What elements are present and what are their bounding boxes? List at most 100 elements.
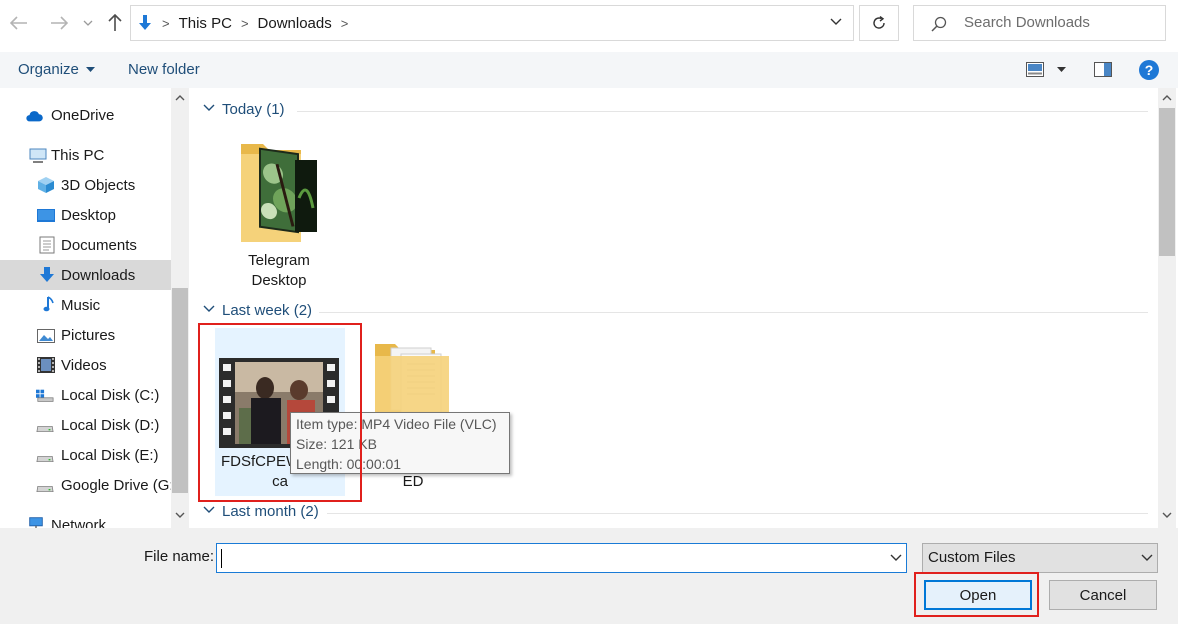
back-button[interactable] (6, 8, 32, 38)
nav-label: Local Disk (E:) (61, 446, 159, 464)
nav-item-local-disk-d[interactable]: Local Disk (D:) (0, 410, 171, 440)
nav-pane-scrollbar[interactable] (171, 88, 189, 528)
chevron-down-icon (203, 506, 215, 513)
chevron-down-icon (203, 104, 215, 111)
up-arrow-icon (108, 14, 122, 31)
help-icon[interactable]: ? (1139, 60, 1159, 80)
chevron-down-icon (1141, 554, 1153, 561)
scrollbar-thumb[interactable] (1159, 108, 1175, 256)
drive-icon (36, 425, 54, 433)
highlight-box-open (914, 572, 1039, 617)
up-button[interactable] (102, 8, 128, 38)
nav-label: Documents (61, 236, 137, 254)
file-type-select[interactable]: Custom Files (922, 543, 1158, 573)
search-input[interactable]: Search Downloads (964, 6, 1090, 40)
organize-label: Organize (18, 61, 79, 78)
new-folder-button[interactable]: New folder (128, 52, 200, 88)
folder-with-photo-icon (241, 144, 317, 242)
nav-item-music[interactable]: Music (0, 290, 171, 320)
windows-drive-icon (36, 389, 54, 402)
group-title: Today (1) (222, 101, 285, 118)
breadcrumb-separator[interactable]: > (162, 16, 170, 31)
nav-item-onedrive[interactable]: OneDrive (0, 100, 171, 130)
group-header-last-week[interactable]: Last week (2) (193, 301, 1148, 323)
nav-label: This PC (51, 146, 105, 164)
chevron-down-icon[interactable] (829, 15, 843, 29)
file-name-input[interactable] (216, 543, 907, 573)
group-header-today[interactable]: Today (1) (193, 100, 1148, 122)
document-icon (39, 236, 55, 254)
back-arrow-icon (10, 16, 27, 30)
highlight-box-file (198, 323, 362, 502)
nav-item-downloads[interactable]: Downloads (0, 260, 171, 290)
scroll-down-icon[interactable] (175, 512, 185, 519)
nav-item-videos[interactable]: Videos (0, 350, 171, 380)
file-label-ed: ED (402, 473, 424, 490)
cube-icon (38, 177, 54, 193)
nav-item-documents[interactable]: Documents (0, 230, 171, 260)
nav-item-desktop[interactable]: Desktop (0, 200, 171, 230)
group-header-last-month[interactable]: Last month (2) (193, 502, 1148, 524)
nav-item-local-disk-e[interactable]: Local Disk (E:) (0, 440, 171, 470)
pictures-icon (37, 329, 55, 343)
search-box[interactable]: Search Downloads (913, 5, 1166, 41)
nav-label: OneDrive (51, 106, 115, 124)
breadcrumb-separator[interactable]: > (341, 16, 349, 31)
scroll-up-icon[interactable] (1162, 94, 1172, 101)
group-divider (319, 312, 1148, 313)
chevron-down-icon (83, 20, 93, 26)
nav-item-this-pc[interactable]: This PC (0, 140, 171, 170)
organize-button[interactable]: Organize (18, 52, 96, 88)
nav-item-google-drive[interactable]: Google Drive (G: (0, 470, 171, 500)
file-label-telegram: Telegram Desktop (229, 251, 329, 291)
breadcrumb-downloads[interactable]: Downloads (258, 15, 332, 32)
address-bar[interactable]: > This PC > Downloads > (130, 5, 854, 41)
download-folder-icon (139, 15, 151, 30)
nav-item-local-disk-c[interactable]: Local Disk (C:) (0, 380, 171, 410)
navigation-pane: OneDrive This PC 3D Objects Desktop Docu… (0, 88, 171, 528)
film-icon (37, 357, 55, 373)
group-title: Last month (2) (222, 503, 319, 520)
breadcrumb-separator[interactable]: > (241, 16, 249, 31)
nav-label: Desktop (61, 206, 117, 224)
cancel-button[interactable]: Cancel (1049, 580, 1157, 610)
command-toolbar: Organize New folder ? (0, 52, 1178, 88)
breadcrumb-this-pc[interactable]: This PC (179, 15, 232, 32)
drive-icon (36, 485, 54, 493)
file-name-line: Telegram (248, 252, 310, 269)
computer-icon (29, 148, 47, 163)
nav-label: Pictures (61, 326, 116, 344)
nav-label: Videos (61, 356, 107, 374)
group-divider (297, 111, 1148, 112)
file-name-line: Desktop (251, 272, 307, 289)
chevron-down-icon[interactable] (890, 552, 902, 564)
recent-locations-button[interactable] (78, 8, 98, 38)
music-note-icon (43, 296, 54, 312)
group-title: Last week (2) (222, 302, 313, 319)
nav-label: Local Disk (D:) (61, 416, 160, 434)
nav-label: Network (51, 516, 107, 529)
folder-telegram-desktop[interactable] (233, 138, 329, 248)
preview-pane-icon[interactable] (1094, 62, 1112, 77)
group-divider (327, 513, 1148, 514)
view-options-caret-icon[interactable] (1057, 67, 1066, 73)
caret-down-icon (86, 67, 96, 73)
cloud-icon (26, 111, 43, 122)
nav-label: Downloads (61, 266, 136, 284)
change-view-icon[interactable] (1026, 62, 1044, 77)
nav-label: Local Disk (C:) (61, 386, 160, 404)
forward-arrow-icon (51, 16, 68, 30)
forward-button[interactable] (46, 8, 72, 38)
scroll-down-icon[interactable] (1162, 512, 1172, 519)
file-name-label: File name: (144, 548, 215, 565)
nav-item-network[interactable]: Network (0, 510, 171, 528)
nav-item-pictures[interactable]: Pictures (0, 320, 171, 350)
nav-item-3d-objects[interactable]: 3D Objects (0, 170, 171, 200)
chevron-down-icon (203, 305, 215, 312)
refresh-button[interactable] (859, 5, 899, 41)
scroll-up-icon[interactable] (175, 94, 185, 101)
scrollbar-thumb[interactable] (172, 288, 188, 493)
file-list-scrollbar[interactable] (1158, 88, 1176, 528)
refresh-icon (873, 15, 885, 29)
drive-icon (36, 455, 54, 463)
